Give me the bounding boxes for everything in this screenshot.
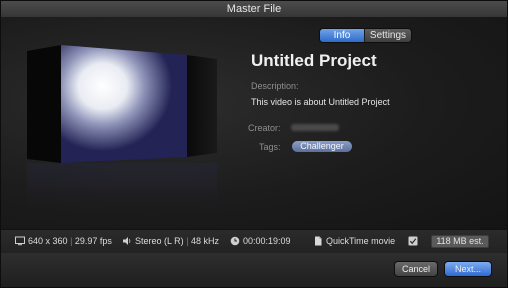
share-dialog: Master File Info Settings Untitled Proje… <box>0 0 508 288</box>
tab-info[interactable]: Info <box>320 29 364 42</box>
audio-channels: Stereo (L R) <box>135 236 184 246</box>
window-title: Master File <box>1 1 507 18</box>
document-icon <box>315 236 322 246</box>
frame-rate: 29.97 fps <box>74 236 112 246</box>
display-icon <box>15 236 25 246</box>
clock-icon <box>230 236 240 246</box>
next-button[interactable]: Next... <box>444 261 492 277</box>
preview-reflection <box>27 163 217 209</box>
tags-label: Tags: <box>259 142 281 152</box>
view-segmented-control: Info Settings <box>319 28 412 43</box>
cancel-button[interactable]: Cancel <box>394 261 438 277</box>
project-title: Untitled Project <box>251 51 377 70</box>
resolution: 640 x 360 <box>28 236 68 246</box>
duration: 00:00:19:09 <box>243 236 291 246</box>
creator-label: Creator: <box>248 123 281 133</box>
speaker-icon <box>123 237 131 245</box>
sample-rate: 48 kHz <box>191 236 220 246</box>
file-format: QuickTime movie <box>326 236 396 246</box>
description-label: Description: <box>251 81 299 91</box>
video-preview-thumbnail <box>27 45 217 163</box>
tag-token[interactable]: Challenger <box>292 141 352 152</box>
estimated-size-badge: 118 MB est. <box>431 235 489 248</box>
creator-value[interactable] <box>291 124 339 131</box>
checkbox-icon[interactable] <box>408 236 418 246</box>
tab-settings[interactable]: Settings <box>364 29 411 42</box>
description-value[interactable]: This video is about Untitled Project <box>251 97 390 107</box>
